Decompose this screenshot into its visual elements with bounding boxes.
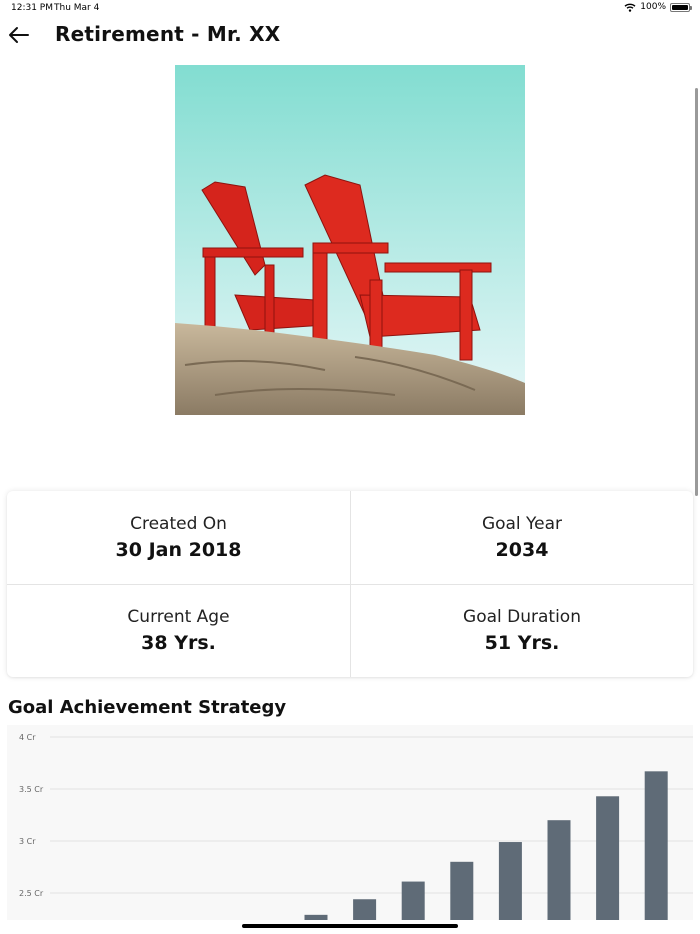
strategy-chart: 4 Cr 3.5 Cr 3 Cr 2.5 Cr	[7, 725, 693, 920]
chart-bar[interactable]	[498, 842, 522, 920]
goal-year-value: 2034	[495, 538, 549, 561]
y-tick-label: 3 Cr	[19, 837, 36, 846]
wifi-icon	[624, 3, 636, 12]
chart-bar[interactable]	[547, 820, 571, 920]
back-button[interactable]	[6, 22, 32, 48]
beach-chairs-photo	[175, 65, 525, 415]
status-bar: 12:31 PM Thu Mar 4 100%	[0, 0, 700, 16]
chart-bar[interactable]	[596, 796, 620, 920]
y-tick-label: 4 Cr	[19, 733, 36, 742]
chart-bar[interactable]	[450, 861, 474, 920]
chart-svg: 4 Cr 3.5 Cr 3 Cr 2.5 Cr	[19, 733, 693, 920]
battery-percent: 100%	[640, 2, 666, 12]
current-age-cell: Current Age 38 Yrs.	[7, 584, 350, 677]
scrollbar[interactable]	[695, 88, 698, 496]
status-time: 12:31 PM	[11, 3, 53, 13]
page-title: Retirement - Mr. XX	[55, 22, 281, 46]
strategy-title: Goal Achievement Strategy	[8, 697, 287, 718]
goal-info-card: Created On 30 Jan 2018 Goal Year 2034 Cu…	[7, 491, 693, 677]
battery-icon	[670, 2, 692, 12]
goal-image	[175, 65, 525, 415]
arrow-left-icon	[9, 27, 29, 43]
home-indicator[interactable]	[242, 924, 458, 928]
y-tick-label: 3.5 Cr	[19, 785, 44, 794]
goal-duration-value: 51 Yrs.	[484, 632, 560, 654]
status-date: Thu Mar 4	[54, 3, 100, 13]
created-on-label: Created On	[130, 513, 227, 534]
status-indicators: 100%	[624, 2, 692, 12]
chart-bar[interactable]	[353, 899, 377, 920]
chart-bar[interactable]	[644, 771, 668, 920]
created-on-value: 30 Jan 2018	[115, 538, 242, 561]
chart-bar[interactable]	[304, 914, 328, 920]
goal-duration-label: Goal Duration	[463, 607, 581, 627]
goal-year-cell: Goal Year 2034	[350, 491, 693, 584]
y-tick-label: 2.5 Cr	[19, 889, 44, 898]
created-on-cell: Created On 30 Jan 2018	[7, 491, 350, 584]
goal-year-label: Goal Year	[481, 513, 563, 534]
chart-bar[interactable]	[401, 881, 425, 920]
nav-header: Retirement - Mr. XX	[0, 18, 700, 54]
current-age-label: Current Age	[127, 607, 230, 627]
current-age-value: 38 Yrs.	[141, 632, 216, 654]
goal-duration-cell: Goal Duration 51 Yrs.	[350, 584, 693, 677]
